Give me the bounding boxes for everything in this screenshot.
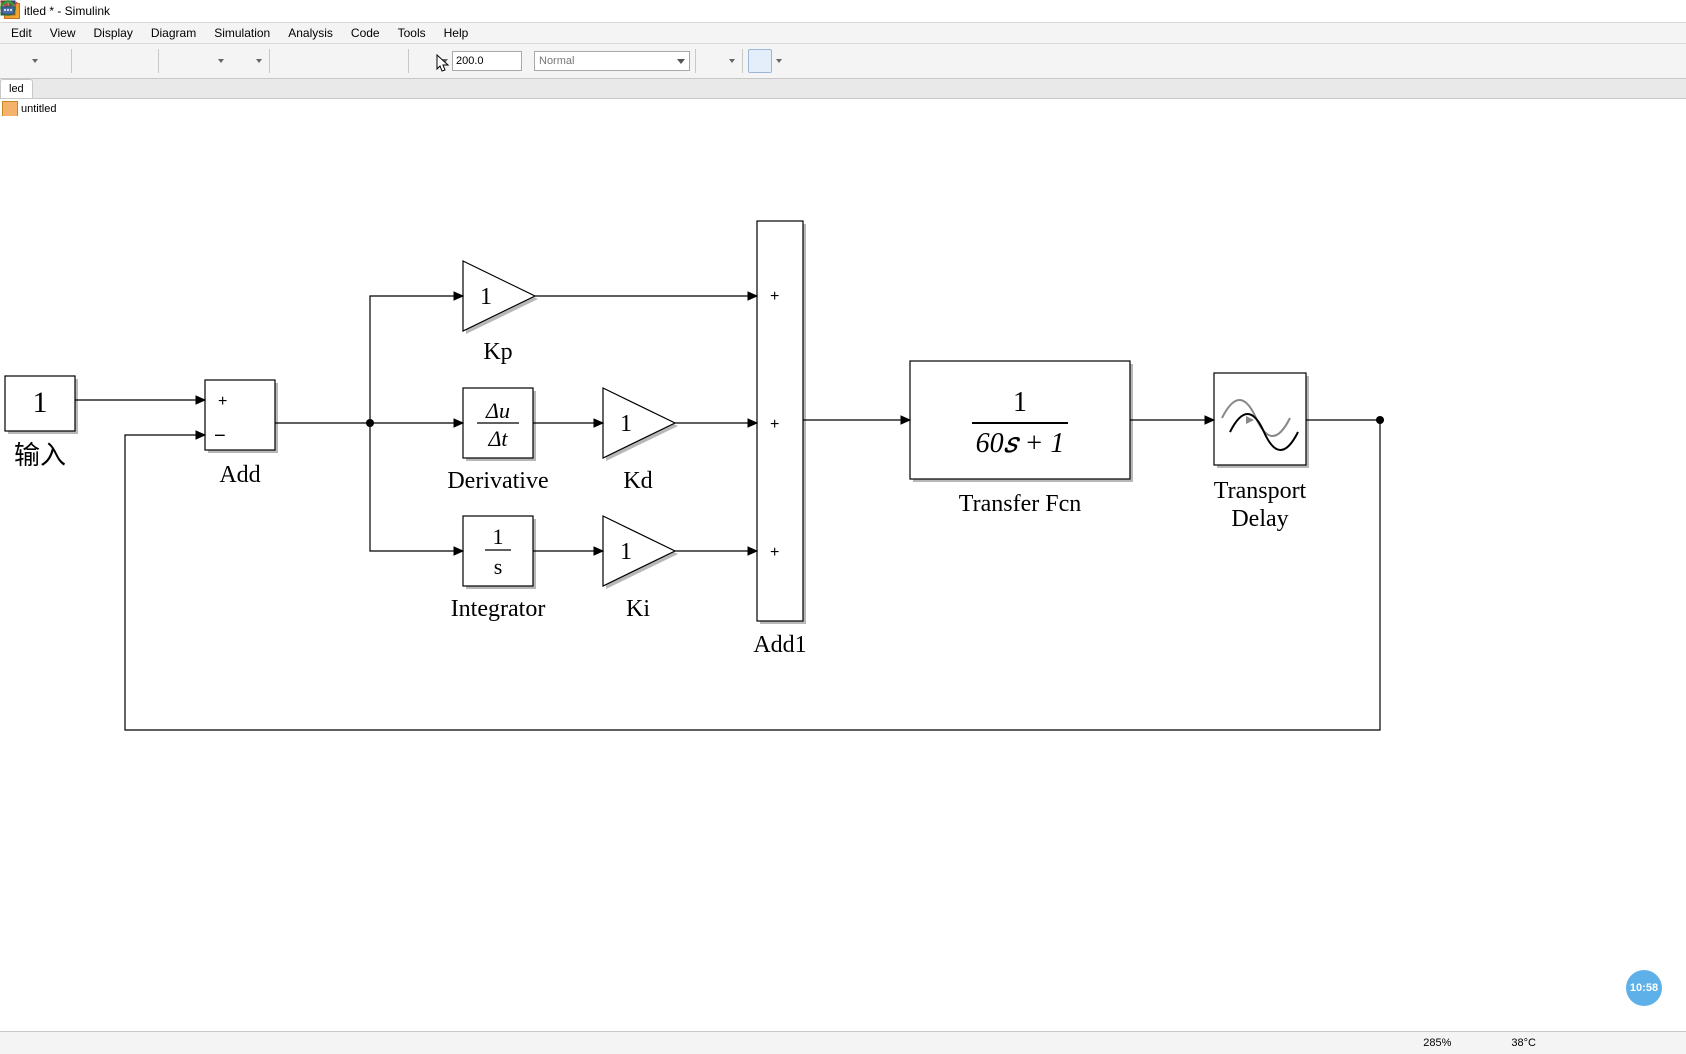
menu-display[interactable]: Display [84, 24, 141, 42]
tab-strip: led [0, 79, 1686, 99]
kd-label: Kd [623, 468, 652, 494]
block-input-label: 输入 [14, 441, 66, 470]
model-canvas[interactable]: 1 输入 + − Add 1 Kp Δu Δt Derivative 1 Kd … [0, 116, 1686, 1026]
block-integrator[interactable]: 1 s Integrator [451, 516, 546, 622]
separator [71, 49, 72, 73]
step-forward-button[interactable] [353, 49, 377, 73]
model-config-button[interactable] [190, 49, 214, 73]
stop-time-input[interactable]: 200.0 [452, 51, 522, 71]
block-derivative[interactable]: Δu Δt Derivative [447, 388, 548, 494]
kp-label: Kp [483, 339, 512, 365]
status-bar: 285% 38°C [0, 1031, 1686, 1054]
deriv-den: Δt [487, 426, 508, 451]
menu-analysis[interactable]: Analysis [279, 24, 342, 42]
separator [269, 49, 270, 73]
kd-gain-value: 1 [620, 411, 632, 437]
block-add-label: Add [219, 462, 260, 488]
wire-feedback [125, 420, 1380, 730]
add1-sign-2: + [770, 416, 779, 433]
menu-diagram[interactable]: Diagram [142, 24, 205, 42]
integ-label: Integrator [451, 596, 546, 622]
update-diagram-button[interactable] [275, 49, 299, 73]
toolbar: 200.0 Normal [0, 44, 1686, 79]
add1-sign-1: + [770, 288, 779, 305]
add1-sign-3: + [770, 544, 779, 561]
forward-button[interactable] [103, 49, 127, 73]
add-sign-minus: − [214, 425, 226, 447]
menu-simulation[interactable]: Simulation [205, 24, 279, 42]
status-temp: 38°C [1511, 1037, 1536, 1049]
kp-gain-value: 1 [480, 284, 492, 310]
block-add[interactable]: + − Add [205, 380, 278, 488]
block-input-value: 1 [33, 386, 48, 419]
block-ki[interactable]: 1 Ki [603, 516, 678, 622]
save-button[interactable] [42, 49, 66, 73]
separator [158, 49, 159, 73]
model-explorer-dropdown[interactable] [254, 50, 264, 72]
simulation-mode-select[interactable]: Normal [534, 51, 690, 71]
simulation-mode-value: Normal [539, 55, 574, 67]
block-transfer-fcn[interactable]: 1 60𝑠 + 1 Transfer Fcn [910, 361, 1133, 517]
menu-view[interactable]: View [41, 24, 85, 42]
build-button[interactable] [748, 49, 772, 73]
back-button[interactable] [77, 49, 101, 73]
tab-model[interactable]: led [0, 79, 33, 98]
window-title: itled * - Simulink [24, 4, 110, 18]
title-bar: itled * - Simulink [0, 0, 1686, 23]
block-add1[interactable]: + + + Add1 [753, 221, 806, 658]
ki-gain-value: 1 [620, 539, 632, 565]
menu-bar: Edit View Display Diagram Simulation Ana… [0, 23, 1686, 44]
clock-badge-text: 10:58 [1630, 982, 1658, 994]
delay-label-2: Delay [1231, 506, 1288, 532]
library-browser-button[interactable] [164, 49, 188, 73]
integ-num: 1 [493, 524, 504, 549]
status-zoom: 285% [1423, 1037, 1451, 1049]
block-kd[interactable]: 1 Kd [603, 388, 678, 494]
block-kp[interactable]: 1 Kp [463, 261, 538, 365]
separator [408, 49, 409, 73]
menu-help[interactable]: Help [435, 24, 478, 42]
model-icon [2, 101, 18, 117]
clock-badge: 10:58 [1626, 970, 1662, 1006]
open-dropdown[interactable] [30, 50, 40, 72]
data-inspector-dropdown[interactable] [440, 50, 450, 72]
menu-code[interactable]: Code [342, 24, 389, 42]
step-back-button[interactable] [301, 49, 325, 73]
data-inspector-button[interactable] [414, 49, 438, 73]
menu-tools[interactable]: Tools [389, 24, 435, 42]
tf-den: 60𝑠 + 1 [976, 428, 1065, 459]
separator [742, 49, 743, 73]
diagram-svg: 1 输入 + − Add 1 Kp Δu Δt Derivative 1 Kd … [0, 116, 1686, 1026]
menu-edit[interactable]: Edit [2, 24, 41, 42]
ki-label: Ki [626, 596, 650, 622]
build-dropdown[interactable] [774, 50, 784, 72]
add1-label: Add1 [753, 632, 806, 658]
open-button[interactable] [4, 49, 28, 73]
tf-num: 1 [1013, 387, 1027, 418]
deriv-label: Derivative [447, 468, 548, 494]
block-transport-delay[interactable]: Transport Delay [1214, 373, 1309, 532]
up-button[interactable] [129, 49, 153, 73]
run-button[interactable] [327, 49, 351, 73]
separator [695, 49, 696, 73]
stop-button[interactable] [379, 49, 403, 73]
tf-label: Transfer Fcn [959, 491, 1081, 517]
fast-restart-button[interactable] [701, 49, 725, 73]
block-input[interactable]: 1 输入 [5, 376, 78, 470]
tab-label: led [9, 83, 24, 95]
fast-restart-dropdown[interactable] [727, 50, 737, 72]
deriv-num: Δu [485, 398, 510, 423]
breadcrumb-model[interactable]: untitled [21, 103, 56, 115]
delay-label-1: Transport [1214, 478, 1307, 504]
add-sign-plus: + [218, 393, 227, 410]
model-explorer-button[interactable] [228, 49, 252, 73]
wire-junction-kp [370, 296, 463, 423]
stop-time-value: 200.0 [456, 55, 484, 67]
model-config-dropdown[interactable] [216, 50, 226, 72]
integ-den: s [494, 554, 503, 579]
